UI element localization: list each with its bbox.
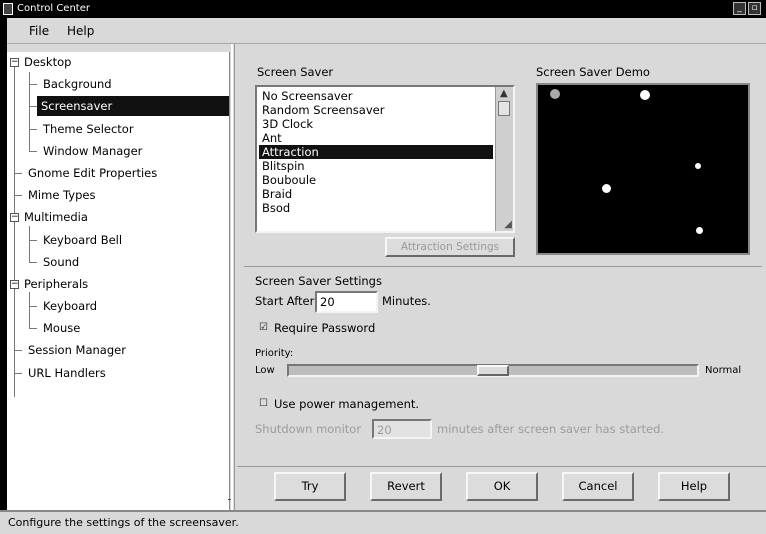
list-item[interactable]: Blitspin <box>259 159 493 173</box>
tree-item-window-manager[interactable]: Window Manager <box>40 141 145 161</box>
collapse-icon[interactable]: − <box>10 58 19 67</box>
maximize-button[interactable]: ▫ <box>748 2 761 15</box>
shutdown-suffix-label: minutes after screen saver has started. <box>437 422 665 436</box>
tree-item-screensaver[interactable]: Screensaver <box>37 96 229 116</box>
collapse-icon[interactable]: − <box>10 213 19 222</box>
tree-connector <box>29 226 30 263</box>
shutdown-minutes-input[interactable]: 20 <box>372 419 432 439</box>
screensaver-group-label: Screen Saver <box>257 65 334 79</box>
tree-connector <box>29 151 37 152</box>
help-button[interactable]: Help <box>658 472 730 501</box>
tree-connector <box>29 129 37 130</box>
ok-button[interactable]: OK <box>466 472 538 501</box>
cancel-button[interactable]: Cancel <box>562 472 634 501</box>
scroll-up-icon[interactable]: ▲ <box>500 89 508 99</box>
start-after-input[interactable]: 20 <box>315 291 378 313</box>
scroll-thumb[interactable] <box>498 101 510 116</box>
tree-item-keyboard-bell[interactable]: Keyboard Bell <box>40 230 125 250</box>
list-item-selected[interactable]: Attraction <box>259 145 493 159</box>
power-management-checkbox[interactable]: ☐ <box>259 399 269 409</box>
window-title: Control Center <box>17 3 90 14</box>
pane-divider[interactable] <box>231 44 235 510</box>
attraction-settings-button[interactable]: Attraction Settings <box>385 237 515 257</box>
status-text: Configure the settings of the screensave… <box>8 516 239 529</box>
tree-item-background[interactable]: Background <box>40 74 115 94</box>
tree-item-desktop[interactable]: Desktop <box>21 52 74 72</box>
demo-particle <box>550 89 560 99</box>
try-button[interactable]: Try <box>274 472 346 501</box>
tree-connector <box>29 306 37 307</box>
demo-particle <box>602 184 611 193</box>
tree-connector <box>29 240 37 241</box>
tree-connector <box>14 67 15 397</box>
tree-item-session-manager[interactable]: Session Manager <box>25 340 129 360</box>
tree-connector <box>29 84 37 85</box>
tree-item-multimedia[interactable]: Multimedia <box>21 207 91 227</box>
status-bar: Configure the settings of the screensave… <box>0 510 766 534</box>
app-icon[interactable] <box>3 3 13 15</box>
tree-item-keyboard[interactable]: Keyboard <box>40 296 100 316</box>
tree-connector <box>14 373 22 374</box>
priority-low-label: Low <box>255 365 275 376</box>
tree-item-url-handlers[interactable]: URL Handlers <box>25 363 109 383</box>
tree-item-mime-types[interactable]: Mime Types <box>25 185 98 205</box>
category-tree[interactable]: − Desktop Background Screensaver Theme S… <box>7 52 230 510</box>
priority-slider[interactable] <box>287 364 699 377</box>
collapse-icon[interactable]: − <box>10 280 19 289</box>
minutes-label: Minutes. <box>382 294 431 308</box>
settings-group-label: Screen Saver Settings <box>255 274 382 288</box>
list-item[interactable]: Bsod <box>259 201 493 215</box>
minimize-button[interactable]: _ <box>733 2 746 15</box>
demo-label: Screen Saver Demo <box>536 65 650 79</box>
list-scrollbar[interactable]: ▲ ◢ <box>495 87 513 231</box>
title-bar: Control Center _ ▫ <box>0 0 766 18</box>
priority-label: Priority: <box>255 348 294 359</box>
tree-item-gnome-edit-properties[interactable]: Gnome Edit Properties <box>25 163 160 183</box>
tree-connector <box>29 328 37 329</box>
tree-item-sound[interactable]: Sound <box>40 252 82 272</box>
list-item[interactable]: Ant <box>259 131 493 145</box>
tree-connector <box>29 292 30 329</box>
require-password-label: Require Password <box>274 321 376 335</box>
require-password-checkbox[interactable]: ☑ <box>259 323 269 333</box>
priority-high-label: Normal <box>705 365 742 376</box>
demo-particle <box>640 90 650 100</box>
tree-item-theme-selector[interactable]: Theme Selector <box>40 119 137 139</box>
list-item[interactable]: Bouboule <box>259 173 493 187</box>
tree-item-peripherals[interactable]: Peripherals <box>21 274 91 294</box>
power-management-label: Use power management. <box>274 397 420 411</box>
screensaver-demo-preview <box>536 83 750 255</box>
demo-particle <box>696 227 703 234</box>
screensaver-list[interactable]: No Screensaver Random Screensaver 3D Clo… <box>255 85 515 233</box>
tree-connector <box>14 195 22 196</box>
tree-connector <box>14 350 22 351</box>
tree-connector <box>14 173 22 174</box>
tree-item-mouse[interactable]: Mouse <box>40 318 83 338</box>
menu-bar: File Help <box>7 18 766 44</box>
tree-connector <box>29 262 37 263</box>
resize-corner-icon[interactable]: ◢ <box>504 219 512 230</box>
demo-particle <box>695 163 701 169</box>
list-item[interactable]: No Screensaver <box>259 89 493 103</box>
start-after-label: Start After <box>255 294 315 308</box>
list-item[interactable]: 3D Clock <box>259 117 493 131</box>
menu-file[interactable]: File <box>29 23 49 39</box>
priority-slider-thumb[interactable] <box>477 365 509 376</box>
menu-help[interactable]: Help <box>67 23 94 39</box>
tree-connector <box>29 106 37 107</box>
list-item[interactable]: Braid <box>259 187 493 201</box>
list-item[interactable]: Random Screensaver <box>259 103 493 117</box>
revert-button[interactable]: Revert <box>370 472 442 501</box>
window-frame-left <box>0 18 7 510</box>
button-separator <box>237 466 766 467</box>
shutdown-monitor-label: Shutdown monitor <box>255 422 362 436</box>
